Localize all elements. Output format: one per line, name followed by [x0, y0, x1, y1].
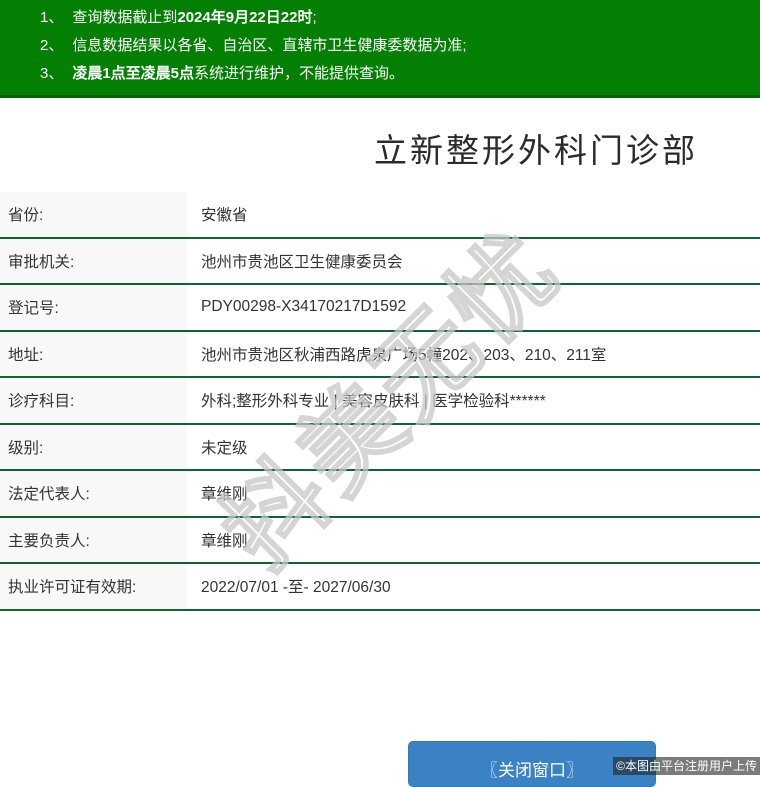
row-value: 章维刚 — [187, 471, 760, 516]
row-label: 诊疗科目: — [0, 378, 187, 423]
row-value: 未定级 — [187, 425, 760, 470]
table-row-license-validity: 执业许可证有效期: 2022/07/01 -至- 2027/06/30 — [0, 564, 760, 611]
notice-text: 查询数据截止到 — [72, 9, 177, 26]
row-label: 省份: — [0, 192, 187, 237]
notice-bold-text: 凌晨1点至凌晨5点 — [72, 65, 194, 82]
table-row-approval-authority: 审批机关: 池州市贵池区卫生健康委员会 — [0, 239, 760, 286]
row-label: 执业许可证有效期: — [0, 564, 187, 609]
institution-detail-table: 省份: 安徽省 审批机关: 池州市贵池区卫生健康委员会 登记号: PDY0029… — [0, 192, 760, 611]
row-label: 级别: — [0, 425, 187, 470]
table-row-treatment-subjects: 诊疗科目: 外科;整形外科专业 | 美容皮肤科 | 医学检验科****** — [0, 378, 760, 425]
row-value: 安徽省 — [187, 192, 760, 237]
table-row-legal-representative: 法定代表人: 章维刚 — [0, 471, 760, 518]
row-label: 审批机关: — [0, 239, 187, 284]
row-value: 章维刚 — [187, 518, 760, 563]
row-label: 地址: — [0, 332, 187, 377]
copyright-badge: ©本图由平台注册用户上传 — [613, 757, 760, 775]
row-value: 外科;整形外科专业 | 美容皮肤科 | 医学检验科****** — [187, 378, 760, 423]
notice-text: 系统进行维护，不能提供查询。 — [194, 65, 404, 82]
row-label: 法定代表人: — [0, 471, 187, 516]
notice-line-2: 2、信息数据结果以各省、自治区、直辖市卫生健康委数据为准; — [40, 32, 750, 60]
notice-number: 2、 — [40, 37, 63, 54]
notice-line-3: 3、凌晨1点至凌晨5点系统进行维护，不能提供查询。 — [40, 60, 750, 88]
row-value: 2022/07/01 -至- 2027/06/30 — [187, 564, 760, 609]
table-row-address: 地址: 池州市贵池区秋浦西路虎泉广场5幢202、203、210、211室 — [0, 332, 760, 379]
table-row-province: 省份: 安徽省 — [0, 192, 760, 239]
table-row-main-responsible-person: 主要负责人: 章维刚 — [0, 518, 760, 565]
row-value: PDY00298-X34170217D1592 — [187, 285, 760, 330]
title-area: 立新整形外科门诊部 — [0, 98, 760, 192]
row-value: 池州市贵池区秋浦西路虎泉广场5幢202、203、210、211室 — [187, 332, 760, 377]
notice-number: 1、 — [40, 9, 63, 26]
table-row-level: 级别: 未定级 — [0, 425, 760, 472]
row-label: 主要负责人: — [0, 518, 187, 563]
table-row-registration-number: 登记号: PDY00298-X34170217D1592 — [0, 285, 760, 332]
notice-line-1: 1、查询数据截止到2024年9月22日22时; — [40, 4, 750, 32]
notice-header: 1、查询数据截止到2024年9月22日22时; 2、信息数据结果以各省、自治区、… — [0, 0, 760, 98]
page-title: 立新整形外科门诊部 — [374, 124, 698, 172]
notice-number: 3、 — [40, 65, 63, 82]
notice-bold-text: 2024年9月22日22时 — [177, 9, 312, 26]
row-value: 池州市贵池区卫生健康委员会 — [187, 239, 760, 284]
row-label: 登记号: — [0, 285, 187, 330]
notice-text: ; — [312, 9, 316, 26]
notice-text: 信息数据结果以各省、自治区、直辖市卫生健康委数据为准; — [72, 37, 466, 54]
